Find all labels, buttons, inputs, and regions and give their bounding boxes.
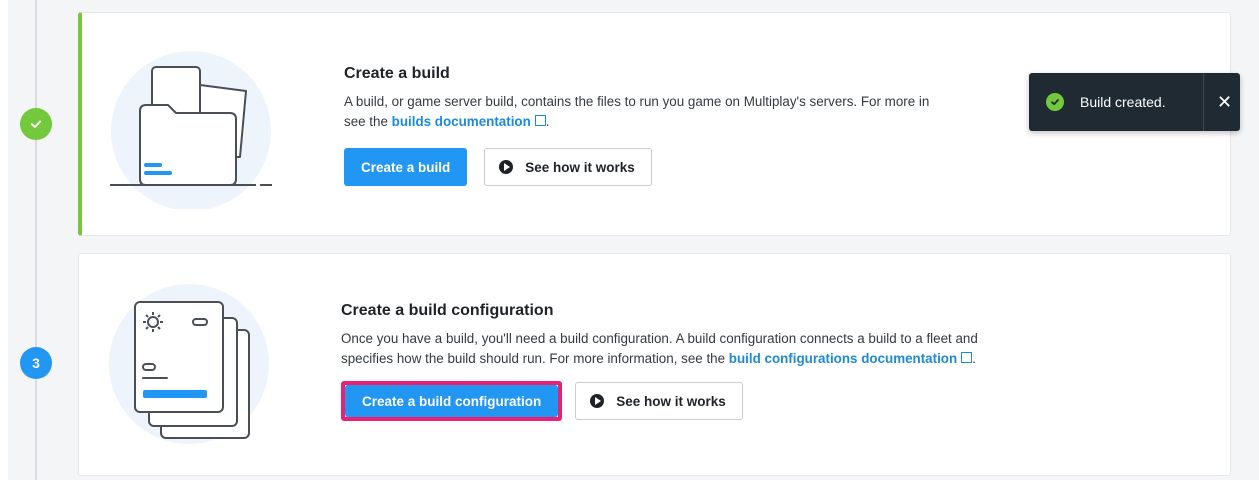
button-label: See how it works (525, 159, 635, 175)
toast-message: Build created. (1080, 94, 1166, 110)
step-actions: Create a build See how it works (344, 148, 929, 186)
close-icon[interactable]: ✕ (1217, 92, 1232, 113)
description-text: A build, or game server build, contains … (344, 94, 930, 109)
step-title: Create a build (344, 65, 450, 82)
page-edge (0, 0, 8, 480)
create-build-button[interactable]: Create a build (344, 148, 468, 186)
folder-illustration-icon (110, 51, 272, 209)
step-content: Create a build A build, or game server b… (344, 65, 929, 186)
step-actions: Create a build configuration See how it … (341, 381, 978, 421)
step-title: Create a build configuration (341, 302, 554, 319)
highlight-frame: Create a build configuration (341, 381, 563, 421)
external-link-icon (961, 352, 973, 363)
timeline-line (35, 0, 37, 480)
external-link-icon (534, 115, 546, 126)
play-icon (499, 160, 514, 174)
play-icon (590, 394, 605, 408)
button-label: See how it works (616, 393, 726, 409)
step-complete-badge (20, 108, 52, 140)
checkmark-icon (31, 120, 41, 128)
checkmark-icon (1051, 99, 1059, 106)
description-text: see the (344, 114, 392, 129)
description-text: specifies how the build should run. For … (341, 351, 729, 366)
step-card-create-build-configuration: Create a build configuration Once you ha… (78, 253, 1231, 476)
description-text: . (545, 114, 550, 129)
success-check-icon (1046, 93, 1064, 111)
description-text: Once you have a build, you'll need a bui… (341, 331, 978, 346)
create-build-configuration-button[interactable]: Create a build configuration (345, 385, 559, 417)
builds-documentation-link[interactable]: builds documentation (392, 114, 531, 129)
toast-notification: Build created. ✕ (1029, 73, 1240, 131)
step-content: Create a build configuration Once you ha… (341, 302, 978, 421)
step-description: Once you have a build, you'll need a bui… (341, 329, 978, 369)
see-how-it-works-button[interactable]: See how it works (484, 148, 652, 186)
build-configurations-documentation-link[interactable]: build configurations documentation (729, 351, 957, 366)
toast-divider (1203, 73, 1204, 131)
see-how-it-works-button[interactable]: See how it works (575, 382, 743, 420)
configuration-cards-illustration-icon (109, 284, 269, 444)
description-text: . (972, 351, 976, 366)
step-description: A build, or game server build, contains … (344, 92, 929, 132)
step-number-badge: 3 (20, 347, 52, 379)
